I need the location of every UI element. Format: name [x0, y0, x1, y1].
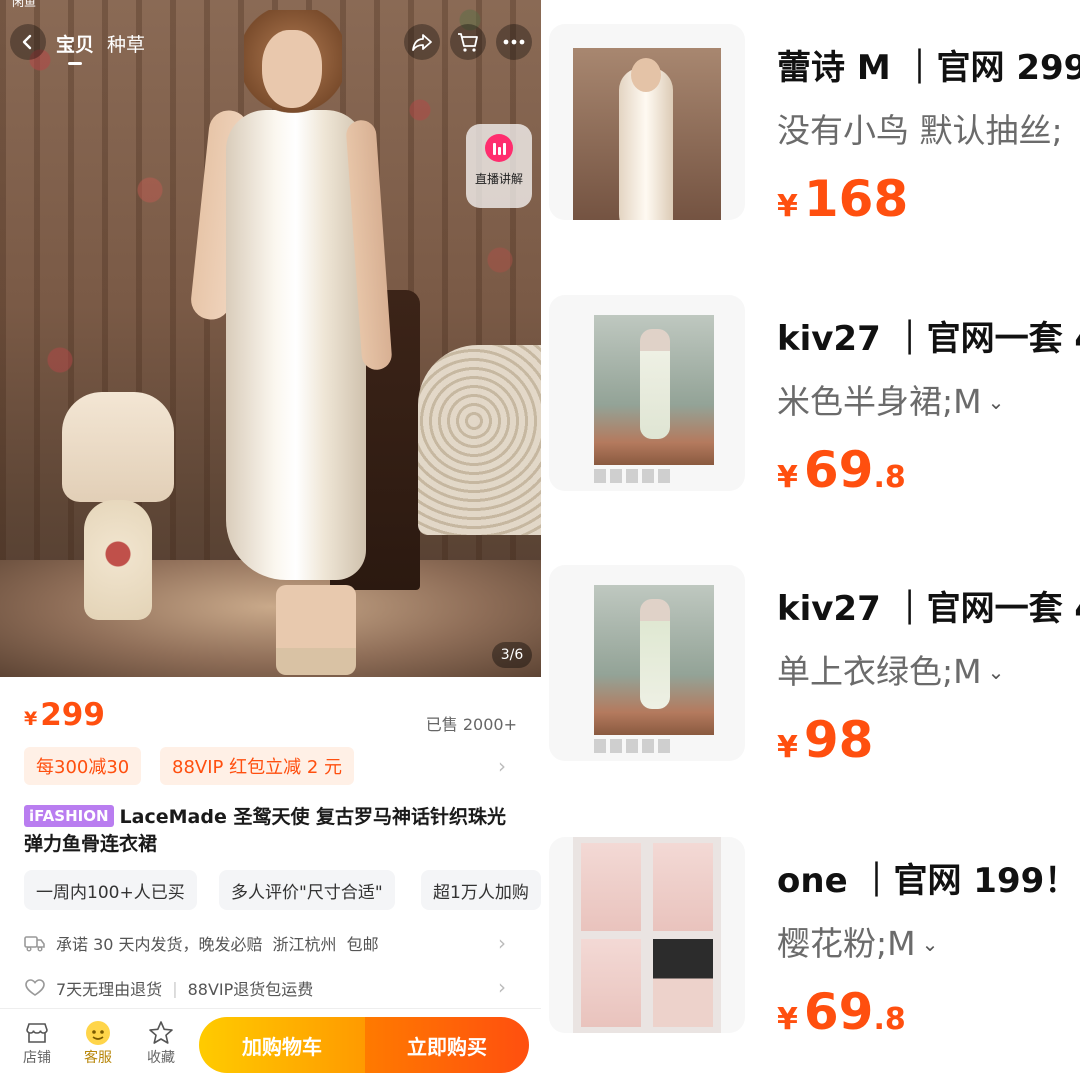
item-spec: 没有小鸟 默认抽丝;	[777, 111, 1063, 150]
store-icon	[23, 1019, 51, 1047]
chevron-down-icon: ⌄	[987, 390, 1005, 414]
back-button[interactable]	[10, 24, 46, 60]
ifashion-badge: iFASHION	[24, 805, 114, 827]
price-integer: 98	[803, 711, 874, 769]
sold-count: 已售 2000+	[425, 715, 517, 734]
item-price: ¥ 69 .8	[777, 983, 906, 1041]
list-item[interactable]: 蕾诗 M ｜官网 299！ 没有小鸟 默认抽丝; ¥ 168	[541, 0, 1080, 230]
truck-icon	[24, 932, 46, 954]
more-button[interactable]	[496, 24, 532, 60]
promo-chip-vip[interactable]: 88VIP 红包立减 2 元	[160, 747, 354, 785]
tag-chip-size-review[interactable]: 多人评价"尺寸合适"	[219, 870, 395, 910]
divider: |	[172, 978, 178, 998]
item-title: one ｜官网 199！ 淡	[777, 861, 1080, 901]
item-spec-text: 单上衣绿色;M	[777, 652, 982, 691]
lamp-shade	[62, 392, 174, 502]
tag-chip-added-cart[interactable]: 超1万人加购	[421, 870, 541, 910]
recommendation-list: 蕾诗 M ｜官网 299！ 没有小鸟 默认抽丝; ¥ 168 kiv27 ｜官网…	[541, 0, 1080, 1080]
live-bars-icon	[485, 134, 513, 162]
shipping-location: 浙江杭州	[272, 935, 337, 954]
share-button[interactable]	[404, 24, 440, 60]
list-item[interactable]: one ｜官网 199！ 淡 樱花粉;M⌄ ¥ 69 .8	[541, 813, 1080, 1043]
gallery-top-bar: 闲鱼 宝贝 种草	[0, 0, 541, 86]
star-icon	[147, 1019, 175, 1047]
favorite-tab[interactable]: 收藏	[139, 1019, 183, 1067]
product-image-gallery[interactable]: 闲鱼 宝贝 种草 直播讲解 3/6	[0, 0, 541, 677]
returns-row[interactable]: 7天无理由退货 | 88VIP退货包运费	[24, 976, 313, 1000]
image-page-counter: 3/6	[492, 642, 532, 668]
item-spec-text: 樱花粉;M	[777, 924, 916, 963]
price-integer: 69	[803, 983, 874, 1041]
price-decimal: .8	[873, 1002, 906, 1037]
item-title: 蕾诗 M ｜官网 299！	[777, 48, 1080, 88]
price-decimal: .8	[873, 460, 906, 495]
item-spec[interactable]: 单上衣绿色;M ⌄	[777, 645, 1004, 693]
heart-shield-icon	[24, 977, 46, 999]
price-symbol: ¥	[777, 1002, 798, 1037]
tab-product[interactable]: 宝贝	[56, 30, 94, 65]
cart-icon	[458, 33, 478, 52]
chevron-right-icon[interactable]: ›	[498, 754, 506, 778]
chevron-right-icon[interactable]: ›	[498, 975, 506, 999]
price-integer: 168	[803, 170, 909, 228]
tag-chip-bought[interactable]: 一周内100+人已买	[24, 870, 197, 910]
shipping-postage: 包邮	[346, 935, 379, 954]
product-title: iFASHION LaceMade 圣鸳天使 复古罗马神话针织珠光弹力鱼骨连衣裙	[24, 804, 524, 858]
returns-policy: 7天无理由退货	[56, 980, 163, 999]
product-detail-panel: 闲鱼 宝贝 种草 直播讲解 3/6 ¥ 299 已售 2000+ 每300减30	[0, 0, 541, 1080]
price-symbol: ¥	[777, 730, 798, 765]
item-title: kiv27 ｜官网一套 49	[777, 589, 1080, 629]
chevron-down-icon: ⌄	[921, 932, 939, 956]
chevron-right-icon[interactable]: ›	[498, 931, 506, 955]
customer-service-label: 客服	[84, 1050, 112, 1066]
chevron-left-icon	[22, 34, 32, 50]
item-spec[interactable]: 樱花粉;M ⌄	[777, 917, 938, 965]
shipping-promise: 承诺 30 天内发货，晚发必赔	[56, 935, 263, 954]
customer-service-icon	[84, 1019, 112, 1047]
product-price: ¥ 299	[24, 697, 105, 733]
lace-table-background	[418, 345, 541, 535]
price-amount: 299	[40, 697, 105, 733]
product-thumbnail	[549, 295, 745, 491]
customer-service-tab[interactable]: 客服	[76, 1019, 120, 1067]
model-dress	[226, 110, 366, 580]
price-symbol: ¥	[777, 189, 798, 224]
price-symbol: ¥	[777, 460, 798, 495]
model-shoes	[276, 585, 356, 675]
chevron-down-icon: ⌄	[987, 660, 1005, 684]
live-explain-button[interactable]: 直播讲解	[466, 124, 532, 208]
tab-seeding[interactable]: 种草	[107, 30, 145, 57]
status-bar-text: 闲鱼	[12, 0, 37, 9]
price-symbol: ¥	[24, 708, 38, 730]
item-spec-text: 米色半身裙;M	[777, 382, 982, 421]
store-label: 店铺	[23, 1050, 51, 1066]
list-item[interactable]: kiv27 ｜官网一套 49 米色半身裙;M⌄ ¥ 69 .8	[541, 271, 1080, 501]
add-to-cart-button[interactable]: 加购物车	[199, 1017, 365, 1073]
store-tab[interactable]: 店铺	[15, 1019, 59, 1067]
item-price: ¥ 98	[777, 711, 873, 769]
item-price: ¥ 168	[777, 170, 908, 228]
vip-return-shipping: 88VIP退货包运费	[187, 980, 314, 999]
list-item[interactable]: kiv27 ｜官网一套 49 单上衣绿色;M⌄ ¥ 98	[541, 541, 1080, 771]
lamp-base	[84, 500, 152, 620]
product-thumbnail	[549, 837, 745, 1033]
price-integer: 69	[803, 441, 874, 499]
item-price: ¥ 69 .8	[777, 441, 906, 499]
item-spec[interactable]: 米色半身裙;M ⌄	[777, 375, 1004, 423]
more-dots-icon	[503, 39, 525, 45]
live-explain-label: 直播讲解	[474, 172, 523, 186]
buy-now-button[interactable]: 立即购买	[365, 1017, 529, 1073]
shipping-row[interactable]: 承诺 30 天内发货，晚发必赔 浙江杭州 包邮	[24, 931, 379, 955]
product-thumbnail	[549, 565, 745, 761]
share-icon	[412, 34, 432, 51]
product-thumbnail	[549, 24, 745, 220]
cart-button[interactable]	[450, 24, 486, 60]
item-title: kiv27 ｜官网一套 49	[777, 319, 1080, 359]
promo-chip-discount[interactable]: 每300减30	[24, 747, 142, 785]
favorite-label: 收藏	[147, 1050, 175, 1066]
